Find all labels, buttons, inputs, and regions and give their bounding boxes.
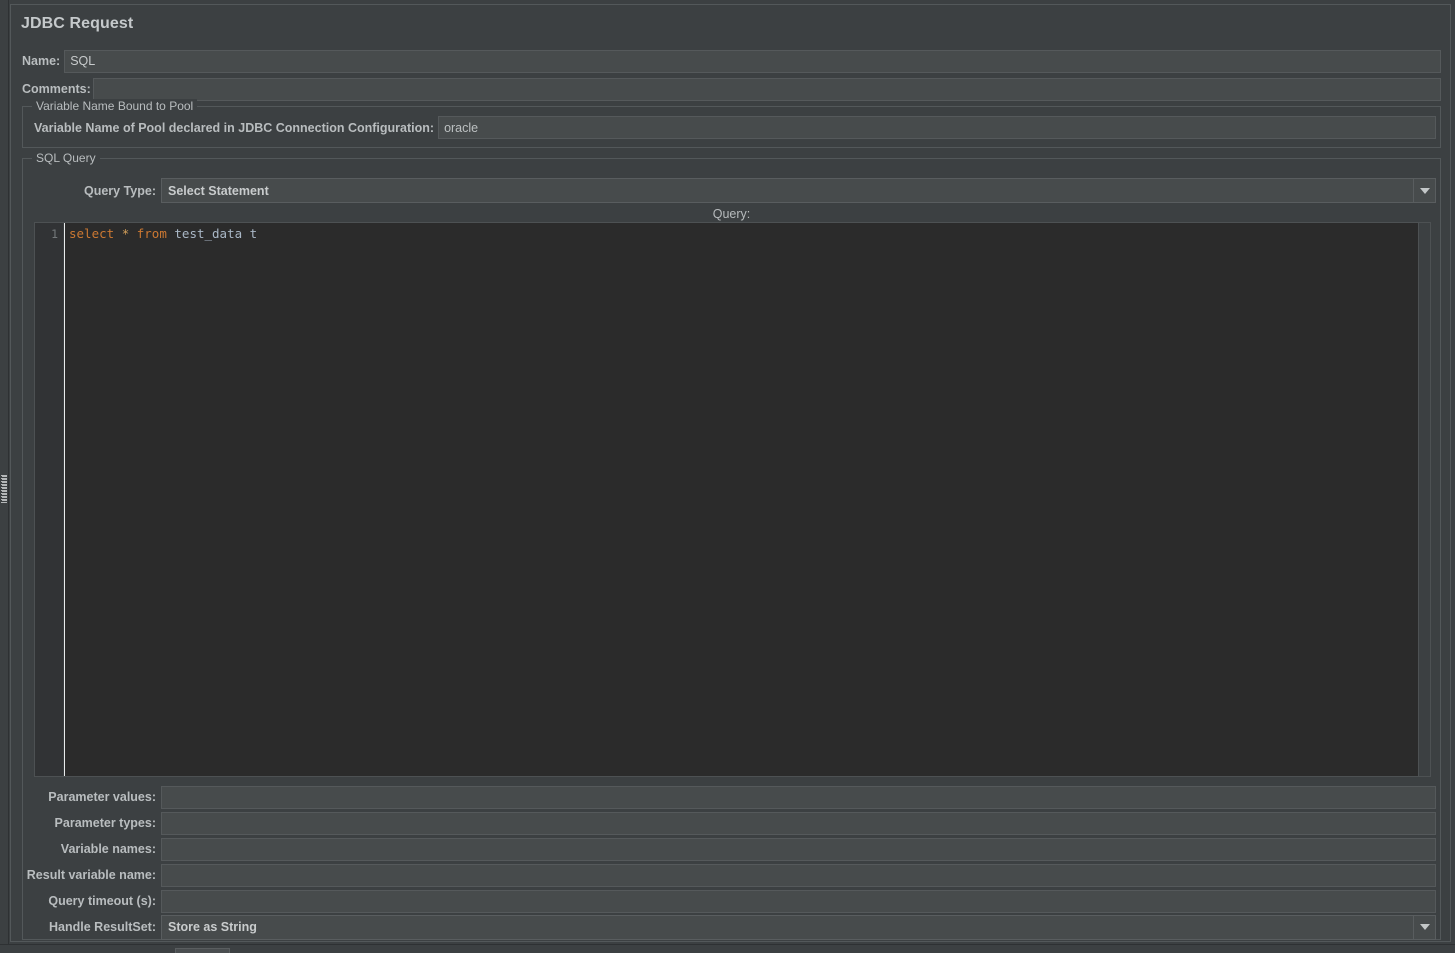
pool-name-input[interactable]: [438, 116, 1436, 139]
variable-names-label: Variable names:: [60, 842, 156, 856]
variable-names-row: Variable names:: [23, 836, 1440, 862]
jdbc-request-panel: JDBC Request Name: Comments: Variable Na…: [10, 4, 1451, 942]
parameter-values-input[interactable]: [161, 785, 1436, 809]
jdbc-request-window: JDBC Request Name: Comments: Variable Na…: [0, 0, 1455, 953]
variable-names-input[interactable]: [161, 837, 1436, 861]
page-title: JDBC Request: [21, 15, 134, 32]
query-type-label: Query Type:: [83, 183, 156, 198]
editor-code-area[interactable]: select * from test_data t: [65, 223, 1418, 776]
parameter-types-input[interactable]: [161, 811, 1436, 835]
code-line-1: select * from test_data t: [69, 226, 1418, 242]
sql-space-2: [129, 226, 137, 241]
bottom-tab-stub[interactable]: [175, 948, 230, 953]
editor-gutter: 1: [35, 223, 64, 776]
parameter-types-row: Parameter types:: [23, 810, 1440, 836]
editor-error-strip[interactable]: [1418, 223, 1430, 776]
query-label: Query:: [712, 207, 751, 221]
result-variable-name-label: Result variable name:: [26, 868, 156, 882]
chevron-down-icon[interactable]: [1413, 915, 1435, 939]
parameter-types-label: Parameter types:: [54, 816, 156, 830]
sql-keyword-select: select: [69, 226, 115, 241]
comments-row: Comments:: [22, 77, 1441, 101]
pool-label: Variable Name of Pool declared in JDBC C…: [34, 120, 435, 135]
sql-table-alias: t: [249, 226, 258, 241]
result-variable-name-input[interactable]: [161, 863, 1436, 887]
query-type-row: Query Type: Select Statement: [23, 178, 1440, 203]
splitter-grip-icon[interactable]: [1, 473, 7, 503]
sql-group-title: SQL Query: [32, 151, 100, 165]
sql-keyword-from: from: [136, 226, 167, 241]
handle-resultset-value: Store as String: [168, 920, 257, 934]
query-type-value: Select Statement: [168, 183, 269, 198]
parameter-values-label: Parameter values:: [48, 790, 156, 804]
comments-input[interactable]: [92, 77, 1441, 101]
variable-name-pool-group: Variable Name Bound to Pool Variable Nam…: [22, 99, 1441, 148]
sql-table-name: test_data: [174, 226, 243, 241]
parameter-values-row: Parameter values:: [23, 784, 1440, 810]
comments-label: Comments:: [22, 82, 91, 96]
chevron-down-icon[interactable]: [1413, 179, 1435, 202]
handle-resultset-label: Handle ResultSet:: [49, 920, 156, 934]
line-number: 1: [51, 227, 58, 241]
sql-editor[interactable]: 1 select * from test_data t: [34, 222, 1431, 777]
name-row: Name:: [22, 49, 1441, 73]
query-timeout-row: Query timeout (s):: [23, 888, 1440, 914]
name-input[interactable]: [64, 49, 1441, 73]
pool-row: Variable Name of Pool declared in JDBC C…: [34, 116, 1436, 139]
query-timeout-label: Query timeout (s):: [48, 894, 156, 908]
query-timeout-input[interactable]: [161, 889, 1436, 913]
name-label: Name:: [22, 54, 61, 68]
sql-query-group: SQL Query Query Type: Select Statement Q…: [22, 151, 1441, 940]
pool-group-title: Variable Name Bound to Pool: [32, 99, 198, 113]
query-type-dropdown[interactable]: Select Statement: [161, 178, 1436, 203]
handle-resultset-dropdown[interactable]: Store as String: [161, 914, 1436, 940]
panel-splitter[interactable]: [0, 0, 9, 945]
sql-space-1: [114, 226, 122, 241]
sql-space-4: [242, 226, 250, 241]
result-variable-name-row: Result variable name:: [23, 862, 1440, 888]
handle-resultset-row: Handle ResultSet: Store as String: [23, 914, 1440, 940]
